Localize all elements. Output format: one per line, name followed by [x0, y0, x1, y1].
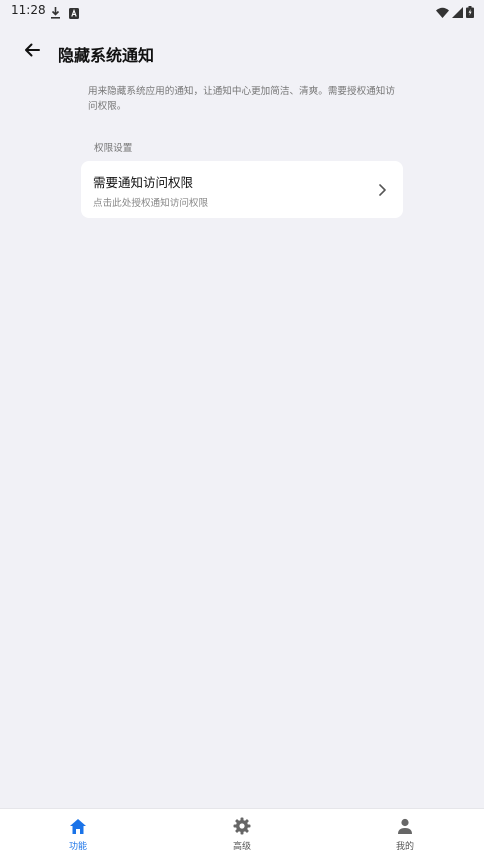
- card-title: 需要通知访问权限: [93, 175, 194, 190]
- arrow-left-icon: [24, 42, 40, 62]
- nav-label-features: 功能: [68, 842, 87, 852]
- status-left-icons: [50, 4, 79, 23]
- home-icon: [69, 817, 87, 835]
- a-badge-icon: [69, 4, 79, 23]
- gear-icon: [233, 817, 251, 835]
- notification-permission-card[interactable]: 需要通知访问权限 点击此处授权通知访问权限: [81, 161, 403, 218]
- app-bar: 隐藏系统通知: [0, 30, 484, 74]
- page-title: 隐藏系统通知: [58, 46, 155, 65]
- chevron-right-icon: [378, 182, 387, 201]
- nav-item-features[interactable]: 功能: [18, 809, 138, 861]
- wifi-icon: [436, 3, 449, 22]
- back-button[interactable]: [18, 38, 46, 66]
- description-text: 用来隐藏系统应用的通知，让通知中心更加简洁、清爽。需要授权通知访问权限。: [88, 86, 395, 112]
- nav-item-profile[interactable]: 我的: [345, 809, 465, 861]
- section-label-permission-settings: 权限设置: [94, 143, 133, 154]
- signal-icon: [452, 3, 463, 22]
- nav-item-advanced[interactable]: 高级: [182, 809, 302, 861]
- download-icon: [50, 4, 61, 23]
- battery-icon: [466, 3, 474, 22]
- bottom-nav: 功能 高级 我的: [0, 808, 484, 861]
- status-time: 11:28: [11, 3, 46, 17]
- status-right-icons: [436, 3, 474, 22]
- card-subtitle: 点击此处授权通知访问权限: [93, 198, 209, 209]
- nav-label-advanced: 高级: [232, 842, 251, 852]
- nav-label-profile: 我的: [395, 842, 414, 852]
- status-bar: 11:28: [0, 0, 484, 22]
- person-icon: [397, 817, 413, 835]
